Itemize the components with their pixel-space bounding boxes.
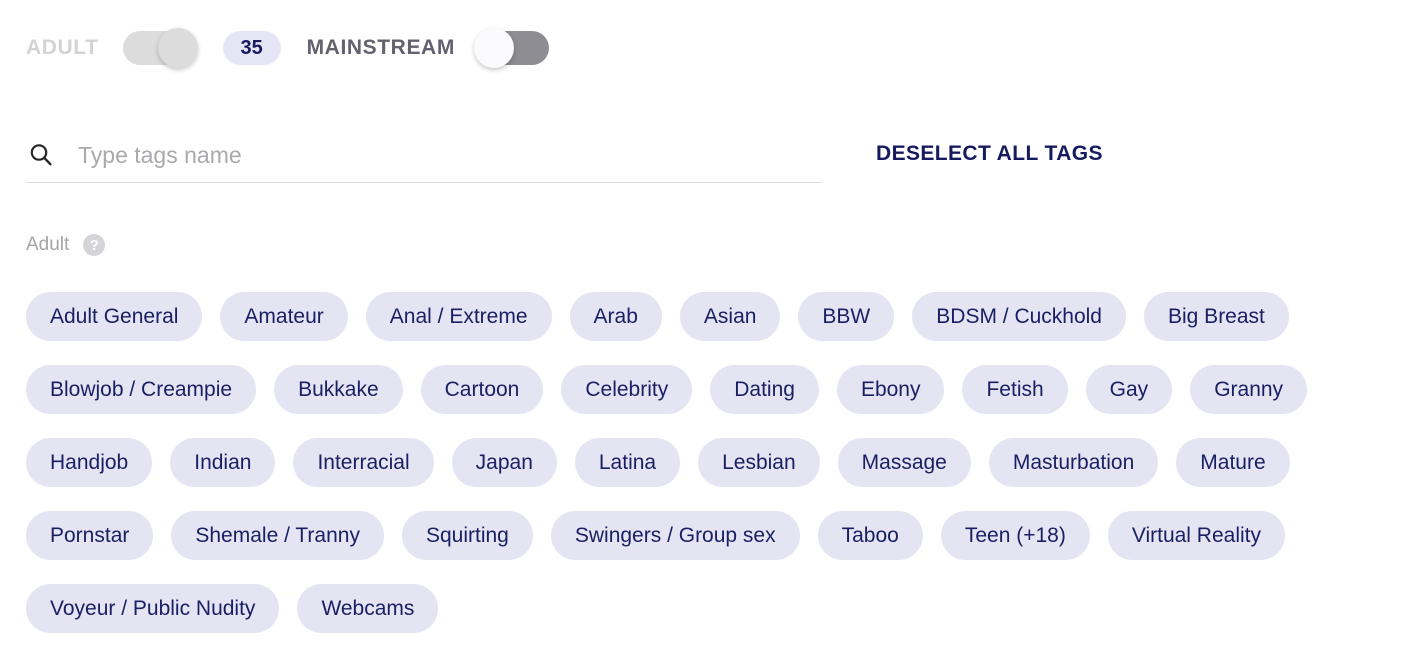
mainstream-mode-label: MAINSTREAM (306, 36, 455, 59)
tag-pill[interactable]: Dating (710, 365, 819, 414)
help-icon[interactable]: ? (83, 234, 106, 256)
tag-row: Blowjob / Creampie Bukkake Cartoon Celebrit… (26, 365, 1408, 414)
tag-pill[interactable]: Cartoon (420, 365, 544, 414)
adult-toggle-knob (157, 28, 198, 68)
tag-pill[interactable]: Voyeur / Public Nudity (26, 584, 280, 633)
search-icon (26, 140, 56, 170)
tag-pill[interactable]: Granny (1190, 365, 1308, 414)
tag-row: Adult General Amateur Anal / Extreme Arab As… (26, 292, 1408, 341)
tag-pill[interactable]: Shemale / Tranny (171, 511, 384, 560)
tag-pill[interactable]: Swingers / Group sex (550, 511, 800, 560)
search-field-wrapper[interactable] (26, 128, 822, 183)
tag-row: Voyeur / Public Nudity Webcams (26, 584, 1408, 633)
tag-pill[interactable]: Mature (1176, 438, 1290, 487)
tag-row: Handjob Indian Interracial Japan Latina Lesbi… (26, 438, 1408, 487)
tag-pill[interactable]: Taboo (817, 511, 923, 560)
tag-pill[interactable]: BBW (798, 292, 895, 341)
tag-pill[interactable]: Masturbation (988, 438, 1159, 487)
search-input[interactable] (78, 141, 822, 169)
tag-row: Pornstar Shemale / Tranny Squirting Swinger… (26, 511, 1408, 560)
adult-mode-label: ADULT (26, 36, 99, 59)
tag-pill[interactable]: Celebrity (561, 365, 693, 414)
tag-group-header: Adult ? (26, 230, 106, 260)
mainstream-mode-toggle[interactable] (473, 28, 549, 68)
tag-pill[interactable]: Amateur (220, 292, 348, 341)
tag-pill[interactable]: Massage (837, 438, 971, 487)
tag-pill[interactable]: Teen (+18) (940, 511, 1090, 560)
tag-pill[interactable]: Interracial (293, 438, 434, 487)
deselect-all-tags-button[interactable]: DESELECT ALL TAGS (872, 136, 1107, 172)
search-row: DESELECT ALL TAGS (26, 128, 1400, 184)
tag-pill[interactable]: Adult General (26, 292, 203, 341)
tag-pill[interactable]: Japan (451, 438, 557, 487)
tag-pill[interactable]: Squirting (401, 511, 533, 560)
tag-pill[interactable]: Fetish (962, 365, 1068, 414)
tag-group-title: Adult (26, 234, 70, 255)
tag-pill[interactable]: Anal / Extreme (365, 292, 552, 341)
tag-pill[interactable]: Bukkake (274, 365, 403, 414)
tag-pill[interactable]: Handjob (26, 438, 153, 487)
tag-pill[interactable]: Lesbian (698, 438, 820, 487)
tag-pill[interactable]: Virtual Reality (1107, 511, 1285, 560)
tag-pill[interactable]: Pornstar (26, 511, 154, 560)
tag-pill[interactable]: Asian (679, 292, 781, 341)
mode-toggle-bar: ADULT 35 MAINSTREAM (26, 22, 549, 74)
adult-mode-toggle[interactable] (122, 28, 198, 68)
tag-pill[interactable]: Indian (170, 438, 276, 487)
tag-list: Adult General Amateur Anal / Extreme Arab As… (26, 292, 1408, 657)
tag-pill[interactable]: Big Breast (1144, 292, 1289, 341)
mainstream-toggle-knob (473, 28, 514, 68)
selected-count-badge: 35 (222, 31, 281, 65)
tag-pill[interactable]: Webcams (297, 584, 439, 633)
tag-pill[interactable]: Ebony (836, 365, 945, 414)
tag-pill[interactable]: Arab (569, 292, 662, 341)
tag-pill[interactable]: BDSM / Cuckhold (912, 292, 1126, 341)
tag-pill[interactable]: Latina (574, 438, 681, 487)
tag-pill[interactable]: Blowjob / Creampie (26, 365, 257, 414)
tag-pill[interactable]: Gay (1085, 365, 1173, 414)
